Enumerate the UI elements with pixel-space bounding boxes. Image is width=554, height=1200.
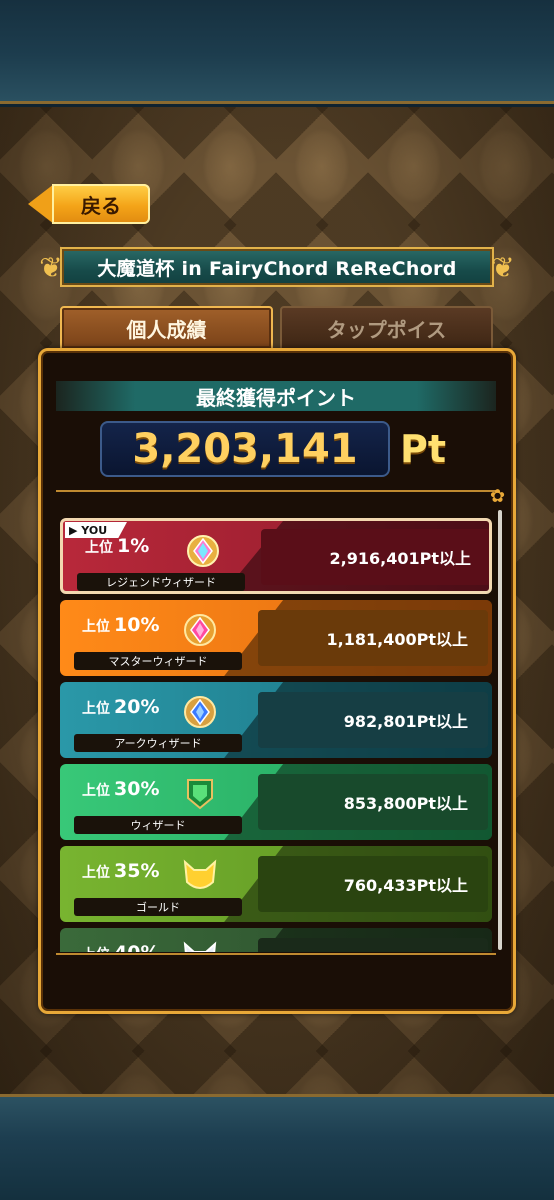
tier-list[interactable]: ▶ YOU 上位 1% レジェンドウィザード 2,916,401Pt以上 上位 … [60,512,494,952]
rank-prefix: 上位 [82,783,110,799]
scrollbar[interactable] [498,510,502,950]
rank-prefix: 上位 [82,619,110,635]
rank-prefix: 上位 [85,540,113,556]
tier-rank: 上位 20% [82,696,159,724]
tier-rank: 上位 30% [82,778,159,806]
silver-cat-crest-icon [183,941,217,952]
final-points-value: 3,203,141 [100,421,390,477]
rank-percent: 10% [114,614,160,636]
rank-prefix: 上位 [82,865,110,881]
final-points-unit: Pt [400,427,447,471]
tier-row-legend: ▶ YOU 上位 1% レジェンドウィザード 2,916,401Pt以上 [60,518,492,594]
tier-threshold: 760,433Pt以上 [258,856,488,912]
back-button-label: 戻る [52,184,150,224]
tier-rank: 上位 10% [82,614,159,642]
list-top-divider [56,490,496,492]
final-points-label: 最終獲得ポイント [56,381,496,411]
event-title: 大魔道杯 in FairyChord ReReChord [60,247,494,287]
rank-percent: 1% [117,535,150,557]
master-crest-icon [184,614,216,646]
legend-crest-icon [187,535,219,567]
tier-row-silver: 上位 40% [60,928,492,952]
tier-row-master: 上位 10% マスターウィザード 1,181,400Pt以上 [60,600,492,676]
arch-crest-icon [184,696,216,728]
tier-rank: 上位 35% [82,860,159,888]
paw-icon: ✿ [490,486,506,507]
tier-threshold: 1,181,400Pt以上 [258,610,488,666]
rank-percent: 30% [114,778,160,800]
rank-prefix: 上位 [82,701,110,717]
top-frame [0,0,554,104]
tier-threshold: 2,916,401Pt以上 [261,529,489,585]
list-bottom-divider [56,953,496,955]
right-ornament-icon: ❦ [491,251,515,284]
tier-name: マスターウィザード [74,652,242,670]
tier-threshold [258,938,488,952]
tier-row-wizard: 上位 30% ウィザード 853,800Pt以上 [60,764,492,840]
rank-percent: 35% [114,860,160,882]
tier-rank: 上位 1% [85,535,149,563]
back-button[interactable]: 戻る [28,184,150,224]
tier-threshold: 982,801Pt以上 [258,692,488,748]
back-arrow-icon [28,184,54,224]
rank-prefix: 上位 [82,944,110,952]
bottom-frame [0,1094,554,1200]
rank-percent: 40% [114,942,159,952]
tab-personal-results[interactable]: 個人成績 [60,306,273,350]
tier-row-gold: 上位 35% ゴールド 760,433Pt以上 [60,846,492,922]
rank-percent: 20% [114,696,160,718]
gold-cat-crest-icon [183,859,217,889]
tier-rank: 上位 40% [82,942,159,952]
wizard-crest-icon [187,779,213,810]
tier-name: ゴールド [74,898,242,916]
tier-row-arch: 上位 20% アークウィザード 982,801Pt以上 [60,682,492,758]
tier-name: ウィザード [74,816,242,834]
tab-tap-points[interactable]: タップポイス [280,306,493,350]
tier-name: レジェンドウィザード [77,573,245,591]
tier-name: アークウィザード [74,734,242,752]
tier-threshold: 853,800Pt以上 [258,774,488,830]
